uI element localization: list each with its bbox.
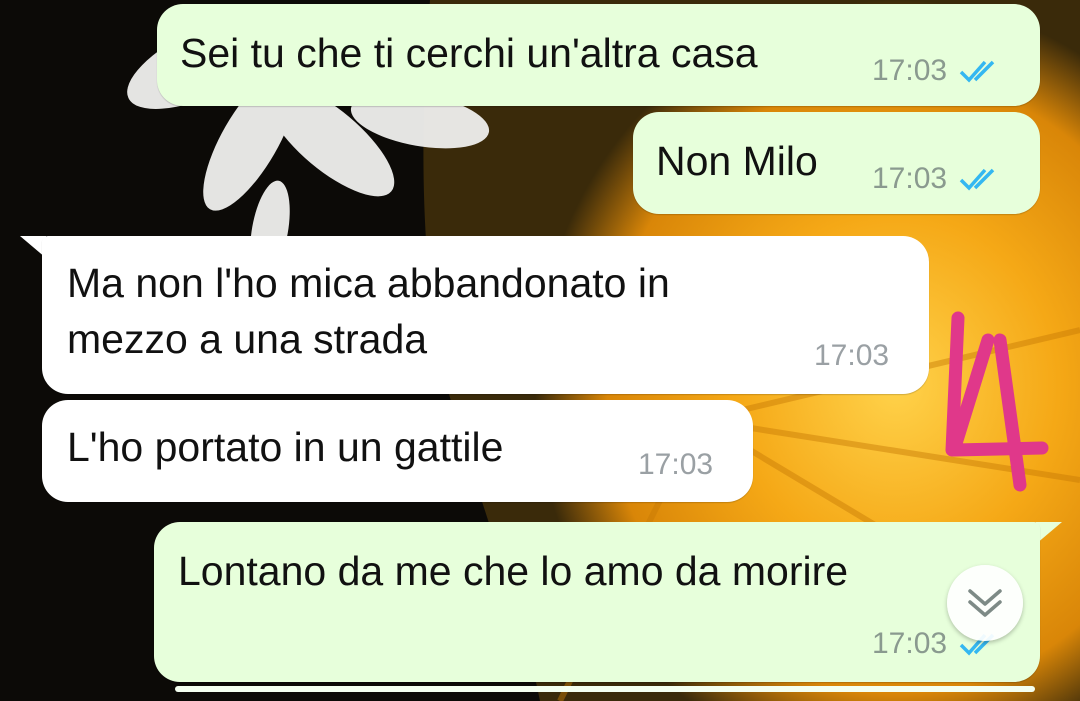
message-text: L'ho portato in un gattile [67,424,504,470]
message-bubble-incoming[interactable]: L'ho portato in un gattile 17:03 [42,400,753,502]
scroll-to-bottom-button[interactable] [947,565,1023,641]
message-time: 17:03 [872,627,948,660]
message-time: 17:03 [814,339,890,372]
message-meta: 17:03 [814,339,889,373]
message-text: Non Milo [656,138,818,184]
double-check-icon [959,168,995,191]
message-time: 17:03 [872,162,948,195]
message-text: Lontano da me che lo amo da morire [178,548,849,594]
message-text-line-1: Ma non l'ho mica abbandonato in [67,260,670,306]
double-check-icon [959,60,995,83]
message-text-line-2: mezzo a una strada [67,316,428,362]
double-chevron-down-icon [968,589,1002,617]
message-bubble-outgoing[interactable]: Sei tu che ti cerchi un'altra casa 17:03 [157,4,1040,106]
next-message-edge [175,686,1035,692]
message-time: 17:03 [638,448,714,481]
message-bubble-incoming[interactable]: Ma non l'ho mica abbandonato in mezzo a … [42,236,929,394]
message-text: Sei tu che ti cerchi un'altra casa [180,30,758,76]
message-bubble-outgoing[interactable]: Non Milo 17:03 [633,112,1040,214]
message-meta: 17:03 [638,448,713,482]
message-bubble-outgoing[interactable]: Lontano da me che lo amo da morire 17:03 [154,522,1040,682]
message-meta: 17:03 [872,162,1003,196]
message-meta: 17:03 [872,54,1003,88]
message-time: 17:03 [872,54,948,87]
handwritten-number-sticker [945,311,1049,492]
